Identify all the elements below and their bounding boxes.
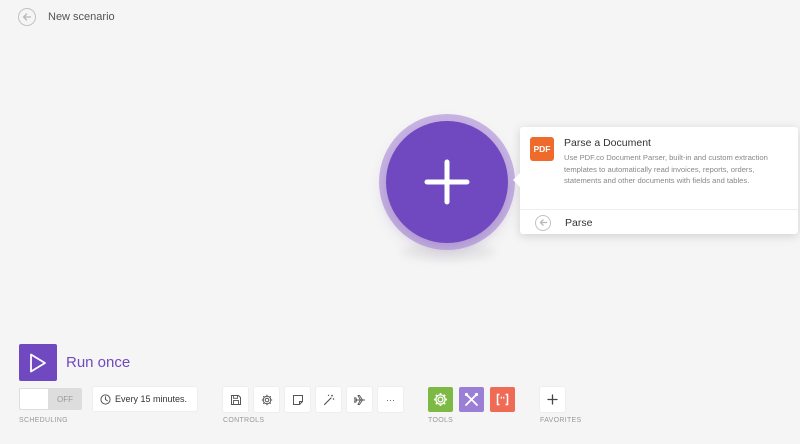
explain-flow-button[interactable] [347,387,372,412]
note-icon [292,394,303,405]
run-once-label[interactable]: Run once [66,354,130,371]
settings-button[interactable] [254,387,279,412]
module-search-popover: PDF Parse a Document Use PDF.co Document… [513,127,798,235]
gear-icon [434,393,447,406]
notes-button[interactable] [285,387,310,412]
schedule-interval-text: Every 15 minutes. [115,394,188,404]
airplane-icon [353,394,365,405]
back-button[interactable] [18,8,36,26]
magic-wand-icon [323,394,334,405]
save-button[interactable] [223,387,248,412]
result-text: Parse a Document Use PDF.co Document Par… [564,137,788,187]
scheduling-label: SCHEDULING [19,417,68,424]
more-icon: ··· [386,394,395,405]
result-description: Use PDF.co Document Parser, built-in and… [564,153,768,185]
wrench-screwdriver-icon [464,392,479,406]
play-icon [30,353,46,372]
scheduling-toggle[interactable]: OFF [19,388,82,410]
plus-icon [424,159,470,205]
arrow-left-icon [22,13,32,21]
top-bar: New scenario [18,7,115,27]
tools-label: TOOLS [428,417,454,424]
more-options-button[interactable]: ··· [378,387,403,412]
controls-label: CONTROLS [223,417,265,424]
search-result-item[interactable]: PDF Parse a Document Use PDF.co Document… [530,137,788,187]
auto-align-button[interactable] [316,387,341,412]
pdf-co-app-icon: PDF [530,137,554,161]
gear-icon [261,394,272,405]
toggle-state: OFF [57,394,73,404]
search-row [520,209,798,235]
module-search-input[interactable] [565,216,765,229]
arrow-left-icon [539,219,547,226]
brackets-icon [496,393,509,406]
add-module-button[interactable] [379,114,515,250]
run-once-button[interactable] [19,344,57,381]
clock-icon [100,393,111,405]
add-module-core[interactable] [386,121,508,243]
favorites-label: FAVORITES [540,417,582,424]
add-favorite-button[interactable] [540,387,565,412]
search-back-button[interactable] [535,214,551,231]
tools-tool[interactable] [459,387,484,412]
flow-control-tool[interactable] [428,387,453,412]
toggle-knob [19,388,49,410]
plus-icon [547,394,558,405]
schedule-interval-button[interactable]: Every 15 minutes. [93,387,197,411]
text-parser-tool[interactable] [490,387,515,412]
save-icon [230,394,241,405]
scenario-title[interactable]: New scenario [48,11,115,23]
result-title: Parse a Document [564,137,651,149]
